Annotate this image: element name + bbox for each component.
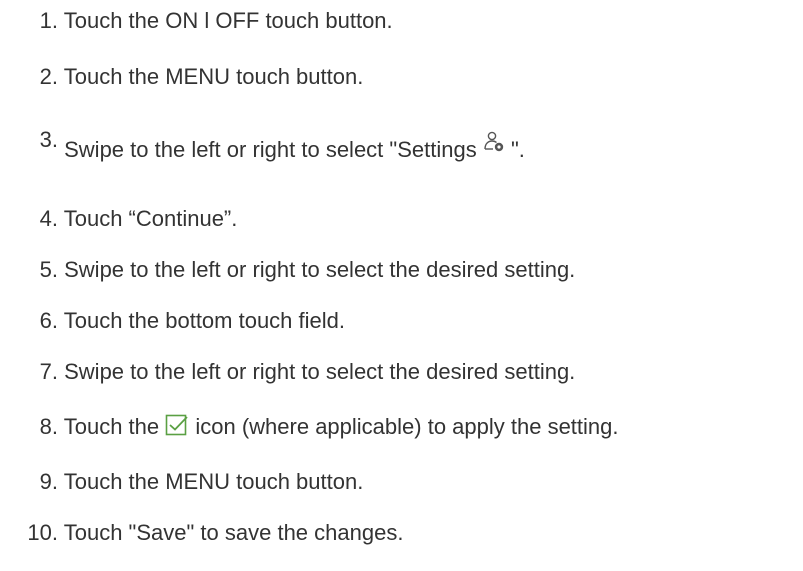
step-4: 4. Touch “Continue”. <box>0 205 238 233</box>
step-text: Touch the MENU touch button. <box>63 64 364 89</box>
settings-person-gear-icon <box>483 131 505 153</box>
step-text: Swipe to the left or right to select "Se… <box>64 137 483 162</box>
step-6: 6. Touch the bottom touch field. <box>0 307 345 335</box>
step-text-end: icon (where applicable) to apply the set… <box>195 414 619 439</box>
step-text: Touch the bottom touch field. <box>63 308 346 333</box>
step-8: 8. Touch the icon (where applicable) to … <box>0 413 619 441</box>
step-number: 7. <box>39 359 58 384</box>
checkbox-check-icon <box>165 414 189 436</box>
step-number: 2. <box>39 64 58 89</box>
step-number: 9. <box>39 469 58 494</box>
step-10: 10. Touch "Save" to save the changes. <box>0 519 403 547</box>
step-9: 9. Touch the MENU touch button. <box>0 468 364 496</box>
step-number: 3. <box>39 127 58 152</box>
step-number: 5. <box>39 257 58 282</box>
step-text-end: ". <box>510 137 525 162</box>
step-text: Swipe to the left or right to select the… <box>64 359 576 384</box>
step-text: Touch the MENU touch button. <box>63 469 364 494</box>
step-5: 5. Swipe to the left or right to select … <box>0 256 576 284</box>
step-text: Touch “Continue”. <box>63 206 238 231</box>
step-1: 1. Touch the ON l OFF touch button. <box>0 7 393 35</box>
step-text: Touch the <box>63 414 166 439</box>
step-text: Touch the ON l OFF touch button. <box>63 8 393 33</box>
step-number: 1. <box>39 8 58 33</box>
step-text: Swipe to the left or right to select the… <box>64 257 576 282</box>
step-7: 7. Swipe to the left or right to select … <box>0 358 576 386</box>
step-text: Touch "Save" to save the changes. <box>63 520 404 545</box>
step-number: 4. <box>39 206 58 231</box>
step-number: 6. <box>39 308 58 333</box>
step-number: 10. <box>27 520 58 545</box>
step-3: 3. Swipe to the left or right to select … <box>0 127 525 164</box>
step-2: 2. Touch the MENU touch button. <box>0 63 364 91</box>
step-number: 8. <box>39 414 58 439</box>
